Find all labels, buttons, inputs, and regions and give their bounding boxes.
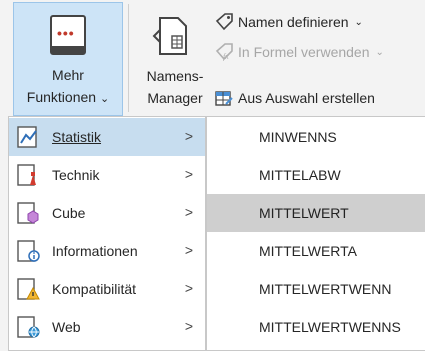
compatibility-icon [16,277,42,301]
function-item-mittelwertwenns[interactable]: MITTELWERTWENNS [207,308,425,346]
engineering-icon [16,163,42,187]
statistics-submenu: MINWENNS MITTELABW MITTELWERT MITTELWERT… [206,116,425,351]
menu-item-label: Web [52,319,81,335]
name-manager-label-line2[interactable]: Manager [140,90,210,106]
statistics-icon [16,125,42,149]
menu-item-technik[interactable]: Technik > [9,156,205,194]
name-manager-icon [152,8,192,65]
information-icon [16,239,42,263]
more-functions-menu: Statistik > Technik > Cube > Information… [8,116,206,351]
use-in-formula-label: In Formel verwenden [238,44,370,60]
chevron-right-icon: > [184,242,193,258]
menu-item-label: Statistik [52,129,102,145]
function-item-mittelwertwenn[interactable]: MITTELWERTWENN [207,270,425,308]
cube-icon [16,201,42,225]
formulas-ribbon: ••• Mehr Funktionen ⌄ Namens- Manager Na… [0,0,425,116]
chevron-down-icon: ⌄ [354,16,363,28]
define-name-label: Namen definieren [238,14,349,30]
define-name-button[interactable]: Namen definieren ⌄ [214,10,363,34]
create-from-selection-label: Aus Auswahl erstellen [238,90,375,106]
chevron-right-icon: > [184,204,193,220]
formula-tag-icon: fx [215,43,233,61]
chevron-down-icon: ⌄ [375,46,384,58]
function-item-mittelwert[interactable]: MITTELWERT [207,194,425,232]
more-functions-button[interactable]: ••• Mehr Funktionen ⌄ [13,2,123,116]
menu-item-web[interactable]: Web > [9,308,205,346]
menu-item-label: Cube [52,205,86,221]
menu-item-label: Kompatibilität [52,281,137,297]
use-in-formula-button[interactable]: fx In Formel verwenden ⌄ [214,40,384,64]
chevron-right-icon: > [184,166,193,182]
group-separator [128,4,129,112]
name-manager-label-line1[interactable]: Namens- [140,68,210,84]
chevron-right-icon: > [184,280,193,296]
menu-item-kompatibilitaet[interactable]: Kompatibilität > [9,270,205,308]
menu-item-label: Technik [52,167,100,183]
menu-item-label: Informationen [52,243,138,259]
more-functions-label-line1: Mehr [52,67,84,83]
more-functions-label-line2: Funktionen ⌄ [26,89,110,105]
chevron-right-icon: > [184,128,193,144]
menu-item-statistik[interactable]: Statistik > [9,118,205,156]
chevron-right-icon: > [184,318,193,334]
more-functions-icon: ••• [50,15,86,55]
chevron-down-icon: ⌄ [99,93,110,105]
function-item-mittelabw[interactable]: MITTELABW [207,156,425,194]
create-from-selection-icon [215,91,233,106]
menu-item-cube[interactable]: Cube > [9,194,205,232]
web-icon [16,315,42,339]
tag-icon [215,13,233,31]
create-from-selection-button[interactable]: Aus Auswahl erstellen [214,86,375,110]
function-item-mittelwerta[interactable]: MITTELWERTA [207,232,425,270]
function-item-minwenns[interactable]: MINWENNS [207,118,425,156]
svg-text:fx: fx [223,52,229,61]
menu-item-informationen[interactable]: Informationen > [9,232,205,270]
